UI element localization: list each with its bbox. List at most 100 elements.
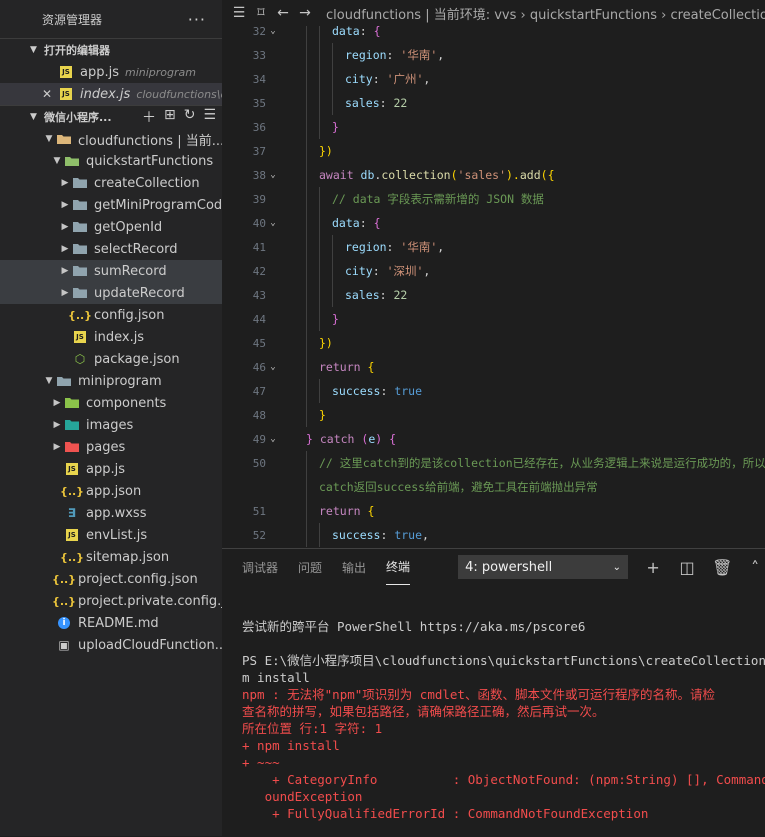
code-editor[interactable]: 32 ⌄ data: {33 region: '华南', 34 city: '广州', 35… (222, 0, 765, 548)
code-line[interactable]: 42 city: '深圳', (222, 259, 765, 283)
code-line[interactable]: 35 sales: 22 (222, 91, 765, 115)
code-token: , (423, 72, 431, 86)
tree-folder-selectRecord[interactable]: ▶ selectRecord (0, 238, 222, 260)
back-arrow-icon[interactable]: ← (272, 5, 294, 21)
code-line[interactable]: 48} (222, 403, 765, 427)
fold-icon[interactable]: ⌄ (266, 434, 280, 444)
fold-icon[interactable]: ⌄ (266, 26, 280, 36)
tree-item-label: app.wxss (86, 505, 147, 521)
indent-guide (306, 499, 307, 523)
code-line[interactable]: 46 ⌄ return { (222, 355, 765, 379)
tree-file-project-private-config[interactable]: {..} project.private.config.js... (0, 590, 222, 612)
indent-guide (306, 475, 307, 499)
new-file-icon[interactable]: ＋ (142, 107, 156, 127)
close-icon[interactable]: ✕ (40, 87, 54, 101)
code-line[interactable]: 50 // 这里catch到的是该collection已经存在，从业务逻辑上来说是… (222, 451, 765, 475)
info-icon: i (58, 617, 70, 629)
tree-item-label: getOpenId (94, 219, 163, 235)
code-line[interactable]: 43 sales: 22 (222, 283, 765, 307)
tree-file-package-json[interactable]: ⬡ package.json (0, 348, 222, 370)
code-line[interactable]: 34 city: '广州', (222, 67, 765, 91)
tree-folder-getMiniProgramCode[interactable]: ▶ getMiniProgramCode (0, 194, 222, 216)
fold-icon[interactable]: ⌄ (266, 218, 280, 228)
new-folder-icon[interactable]: ⊞ (164, 107, 176, 127)
chevron-down-icon: ▼ (30, 112, 37, 122)
panel-tabs: 调试器 问题 输出 终端 4: powershell ⌄ + ◫ 🗑 ˄ (222, 549, 765, 585)
open-editor-item-active[interactable]: ✕ JS index.js cloudfunctions\q... (0, 83, 222, 105)
code-line[interactable]: catch返回success给前端，避免工具在前端抛出异常 (222, 475, 765, 499)
tree-folder-sumRecord[interactable]: ▶ sumRecord (0, 260, 222, 282)
indent-guide (319, 187, 320, 211)
indent-guide (319, 379, 320, 403)
tree-folder-quickstartFunctions[interactable]: ▼ quickstartFunctions (0, 150, 222, 172)
tree-file-project-config-json[interactable]: {..} project.config.json (0, 568, 222, 590)
tab-output[interactable]: 输出 (342, 549, 366, 585)
code-text: } (280, 408, 326, 422)
tree-file-readme[interactable]: i README.md (0, 612, 222, 634)
tree-file-app-wxss[interactable]: ∃ app.wxss (0, 502, 222, 524)
code-line[interactable]: 38 ⌄ await db.collection('sales').add({ (222, 163, 765, 187)
tree-file-config-json[interactable]: {..} config.json (0, 304, 222, 326)
maximize-panel-icon[interactable]: ˄ (746, 558, 764, 577)
code-token: }) (319, 336, 333, 350)
chevron-right-icon: ▶ (61, 178, 69, 188)
tree-file-app-json[interactable]: {..} app.json (0, 480, 222, 502)
open-editors-section[interactable]: ▼ 打开的编辑器 (0, 38, 222, 61)
tree-file-app-js[interactable]: JS app.js (0, 458, 222, 480)
code-line[interactable]: 41 region: '华南', (222, 235, 765, 259)
line-number: 39 (252, 192, 266, 206)
tab-debugger[interactable]: 调试器 (242, 549, 278, 585)
code-line[interactable]: 47 success: true (222, 379, 765, 403)
code-line[interactable]: 52 success: true, (222, 523, 765, 547)
fold-icon[interactable]: ⌄ (266, 170, 280, 180)
trash-icon[interactable]: 🗑 (712, 558, 732, 577)
line-number: 32 (252, 24, 266, 38)
code-line[interactable]: 44} (222, 307, 765, 331)
indent-guide (306, 211, 307, 235)
forward-arrow-icon[interactable]: → (294, 5, 316, 21)
split-terminal-icon[interactable]: ◫ (678, 558, 696, 577)
code-line[interactable]: 33 region: '华南', (222, 43, 765, 67)
code-line[interactable]: 49 ⌄} catch (e) { (222, 427, 765, 451)
indent-guide (332, 283, 333, 307)
tree-file-uploadCloudFunction[interactable]: ▣ uploadCloudFunction.... (0, 634, 222, 656)
code-line[interactable]: 51 return { (222, 499, 765, 523)
breadcrumb[interactable]: cloudfunctions | 当前环境: vvs › quickstartF… (326, 4, 765, 23)
refresh-icon[interactable]: ↻ (184, 107, 196, 127)
tree-file-envList-js[interactable]: JS envList.js (0, 524, 222, 546)
tree-folder-pages[interactable]: ▶ pages (0, 436, 222, 458)
code-token: collection (381, 168, 451, 182)
terminal-output[interactable]: 尝试新的跨平台 PowerShell https://aka.ms/pscore… (242, 601, 765, 837)
list-icon[interactable]: ☰ (228, 5, 250, 21)
code-line[interactable]: 45}) (222, 331, 765, 355)
line-number: 38 (252, 168, 266, 182)
tree-folder-getOpenId[interactable]: ▶ getOpenId (0, 216, 222, 238)
fold-icon[interactable]: ⌄ (266, 362, 280, 372)
code-text: data: { (280, 24, 381, 38)
tab-terminal[interactable]: 终端 (386, 549, 411, 585)
tree-file-sitemap-json[interactable]: {..} sitemap.json (0, 546, 222, 568)
more-actions-icon[interactable]: ··· (188, 10, 206, 29)
terminal-select[interactable]: 4: powershell ⌄ (458, 555, 629, 579)
code-line[interactable]: 39 // data 字段表示需新增的 JSON 数据 (222, 187, 765, 211)
project-section[interactable]: ▼ 微信小程序... ＋ ⊞ ↻ ☰ (0, 105, 222, 128)
bookmark-icon[interactable]: ⌑ (250, 5, 272, 21)
code-line[interactable]: 40 ⌄ data: { (222, 211, 765, 235)
tree-folder-images[interactable]: ▶ images (0, 414, 222, 436)
tab-problems[interactable]: 问题 (298, 549, 322, 585)
tree-folder-miniprogram[interactable]: ▼ miniprogram (0, 370, 222, 392)
code-token: ). (506, 168, 520, 182)
new-terminal-icon[interactable]: + (644, 558, 662, 577)
line-number: 44 (252, 312, 266, 326)
tree-file-index-js[interactable]: JS index.js (0, 326, 222, 348)
line-number: 40 (252, 216, 266, 230)
code-line[interactable]: 36} (222, 115, 765, 139)
code-line[interactable]: 37}) (222, 139, 765, 163)
tree-folder-components[interactable]: ▶ components (0, 392, 222, 414)
tree-folder-updateRecord[interactable]: ▶ updateRecord (0, 282, 222, 304)
tree-folder-cloudfunctions[interactable]: ▼ cloudfunctions | 当前... (0, 128, 222, 150)
open-editor-item[interactable]: JS app.js miniprogram (0, 61, 222, 83)
tree-folder-createCollection[interactable]: ▶ createCollection (0, 172, 222, 194)
collapse-all-icon[interactable]: ☰ (203, 107, 216, 127)
